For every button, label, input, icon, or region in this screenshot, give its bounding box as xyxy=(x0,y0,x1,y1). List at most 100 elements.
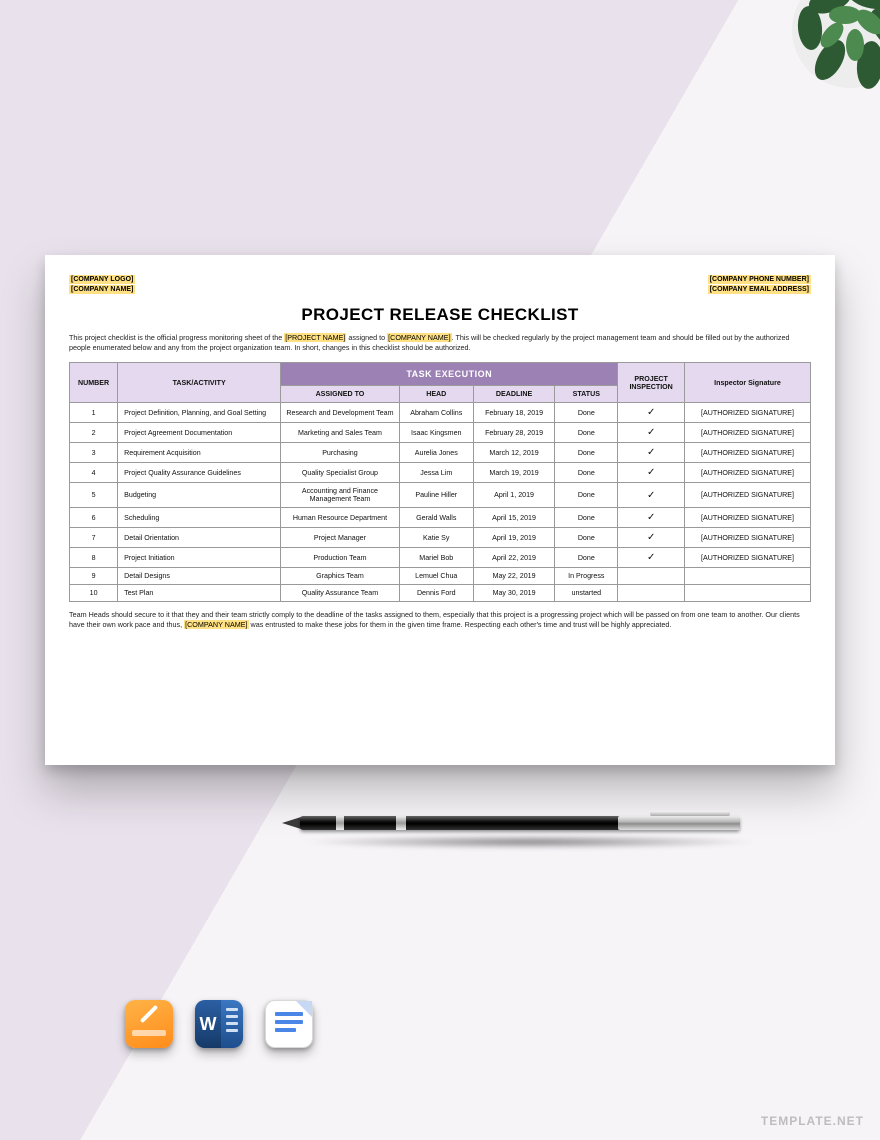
cell-number: 2 xyxy=(70,423,118,443)
cell-number: 4 xyxy=(70,463,118,483)
col-execution: TASK EXECUTION xyxy=(281,363,618,386)
cell-check: ✓ xyxy=(618,423,685,443)
cell-signature: [AUTHORIZED SIGNATURE] xyxy=(684,443,810,463)
cell-task: Budgeting xyxy=(118,483,281,508)
cell-deadline: April 1, 2019 xyxy=(473,483,555,508)
cell-head: Mariel Bob xyxy=(399,548,473,568)
ms-word-icon[interactable]: W xyxy=(195,1000,243,1048)
col-head: HEAD xyxy=(399,386,473,403)
cell-task: Requirement Acquisition xyxy=(118,443,281,463)
cell-deadline: April 15, 2019 xyxy=(473,508,555,528)
cell-number: 7 xyxy=(70,528,118,548)
cell-signature: [AUTHORIZED SIGNATURE] xyxy=(684,528,810,548)
cell-signature: [AUTHORIZED SIGNATURE] xyxy=(684,508,810,528)
cell-task: Project Initiation xyxy=(118,548,281,568)
col-deadline: DEADLINE xyxy=(473,386,555,403)
cell-head: Aurelia Jones xyxy=(399,443,473,463)
cell-status: Done xyxy=(555,483,618,508)
cell-assigned: Accounting and Finance Management Team xyxy=(281,483,400,508)
placeholder-company-name: [COMPANY NAME] xyxy=(387,333,451,342)
cell-status: In Progress xyxy=(555,568,618,585)
word-letter: W xyxy=(195,1000,221,1048)
cell-signature xyxy=(684,585,810,602)
table-row: 9Detail DesignsGraphics TeamLemuel ChuaM… xyxy=(70,568,811,585)
table-row: 5BudgetingAccounting and Finance Managem… xyxy=(70,483,811,508)
cell-signature: [AUTHORIZED SIGNATURE] xyxy=(684,423,810,443)
cell-assigned: Marketing and Sales Team xyxy=(281,423,400,443)
cell-check: ✓ xyxy=(618,443,685,463)
col-signature: Inspector Signature xyxy=(684,363,810,403)
table-row: 3Requirement AcquisitionPurchasingAureli… xyxy=(70,443,811,463)
table-row: 10Test PlanQuality Assurance TeamDennis … xyxy=(70,585,811,602)
cell-task: Detail Orientation xyxy=(118,528,281,548)
cell-assigned: Purchasing xyxy=(281,443,400,463)
cell-head: Isaac Kingsmen xyxy=(399,423,473,443)
cell-number: 1 xyxy=(70,403,118,423)
cell-deadline: April 19, 2019 xyxy=(473,528,555,548)
cell-assigned: Quality Specialist Group xyxy=(281,463,400,483)
cell-status: Done xyxy=(555,463,618,483)
cell-task: Scheduling xyxy=(118,508,281,528)
col-number: NUMBER xyxy=(70,363,118,403)
placeholder-company-phone: [COMPANY PHONE NUMBER] xyxy=(708,275,811,284)
cell-check: ✓ xyxy=(618,508,685,528)
table-row: 1Project Definition, Planning, and Goal … xyxy=(70,403,811,423)
cell-deadline: March 12, 2019 xyxy=(473,443,555,463)
placeholder-company-name: [COMPANY NAME] xyxy=(184,620,248,629)
cell-deadline: May 30, 2019 xyxy=(473,585,555,602)
col-task: TASK/ACTIVITY xyxy=(118,363,281,403)
doc-header: [COMPANY LOGO] [COMPANY NAME] [COMPANY P… xyxy=(69,275,811,295)
cell-deadline: March 19, 2019 xyxy=(473,463,555,483)
table-row: 8Project InitiationProduction TeamMariel… xyxy=(70,548,811,568)
cell-assigned: Research and Development Team xyxy=(281,403,400,423)
cell-status: Done xyxy=(555,528,618,548)
table-row: 7Detail OrientationProject ManagerKatie … xyxy=(70,528,811,548)
placeholder-company-logo: [COMPANY LOGO] xyxy=(69,275,135,284)
document-page: [COMPANY LOGO] [COMPANY NAME] [COMPANY P… xyxy=(45,255,835,765)
cell-number: 6 xyxy=(70,508,118,528)
cell-signature: [AUTHORIZED SIGNATURE] xyxy=(684,548,810,568)
cell-number: 3 xyxy=(70,443,118,463)
placeholder-company-email: [COMPANY EMAIL ADDRESS] xyxy=(708,285,811,294)
cell-head: Pauline Hiller xyxy=(399,483,473,508)
cell-number: 9 xyxy=(70,568,118,585)
cell-status: Done xyxy=(555,548,618,568)
cell-check: ✓ xyxy=(618,463,685,483)
cell-number: 10 xyxy=(70,585,118,602)
cell-assigned: Production Team xyxy=(281,548,400,568)
checklist-table: NUMBER TASK/ACTIVITY TASK EXECUTION PROJ… xyxy=(69,362,811,602)
cell-number: 8 xyxy=(70,548,118,568)
cell-task: Project Definition, Planning, and Goal S… xyxy=(118,403,281,423)
cell-head: Lemuel Chua xyxy=(399,568,473,585)
google-docs-icon[interactable] xyxy=(265,1000,313,1048)
cell-assigned: Project Manager xyxy=(281,528,400,548)
table-row: 4Project Quality Assurance GuidelinesQua… xyxy=(70,463,811,483)
decorative-pen xyxy=(300,802,760,852)
intro-text: This project checklist is the official p… xyxy=(69,333,811,352)
cell-head: Katie Sy xyxy=(399,528,473,548)
cell-check xyxy=(618,585,685,602)
cell-check: ✓ xyxy=(618,548,685,568)
header-right: [COMPANY PHONE NUMBER] [COMPANY EMAIL AD… xyxy=(708,275,811,295)
cell-status: Done xyxy=(555,403,618,423)
col-assigned: ASSIGNED TO xyxy=(281,386,400,403)
cell-task: Test Plan xyxy=(118,585,281,602)
cell-head: Gerald Walls xyxy=(399,508,473,528)
cell-status: Done xyxy=(555,443,618,463)
outro-text: Team Heads should secure to it that they… xyxy=(69,610,811,629)
apple-pages-icon[interactable] xyxy=(125,1000,173,1048)
doc-title: PROJECT RELEASE CHECKLIST xyxy=(69,305,811,325)
cell-check: ✓ xyxy=(618,528,685,548)
cell-signature: [AUTHORIZED SIGNATURE] xyxy=(684,483,810,508)
cell-number: 5 xyxy=(70,483,118,508)
cell-assigned: Quality Assurance Team xyxy=(281,585,400,602)
table-row: 2Project Agreement DocumentationMarketin… xyxy=(70,423,811,443)
cell-signature: [AUTHORIZED SIGNATURE] xyxy=(684,463,810,483)
app-icons: W xyxy=(125,1000,313,1048)
cell-signature: [AUTHORIZED SIGNATURE] xyxy=(684,403,810,423)
header-left: [COMPANY LOGO] [COMPANY NAME] xyxy=(69,275,135,295)
watermark: TEMPLATE.NET xyxy=(761,1114,864,1128)
cell-assigned: Human Resource Department xyxy=(281,508,400,528)
col-inspection: PROJECT INSPECTION xyxy=(618,363,685,403)
cell-deadline: February 18, 2019 xyxy=(473,403,555,423)
